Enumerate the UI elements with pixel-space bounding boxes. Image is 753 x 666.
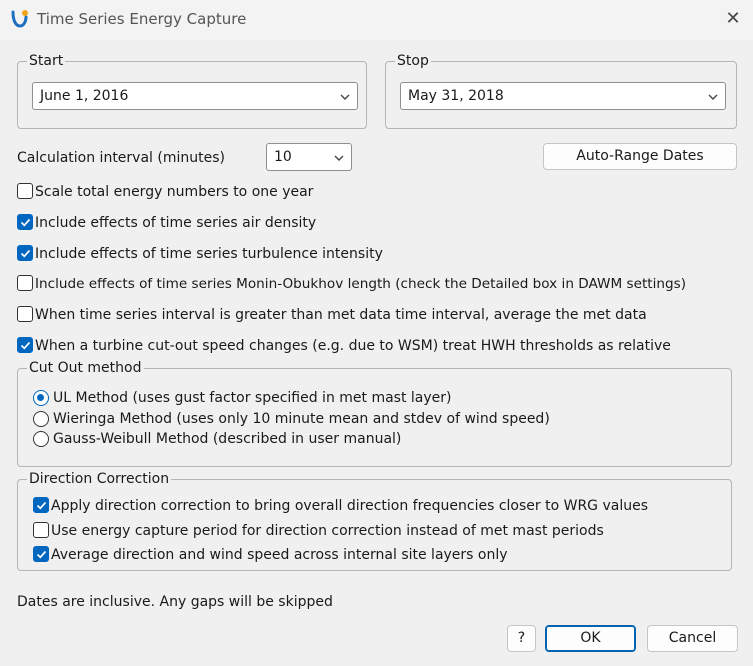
option-checkbox[interactable]	[17, 214, 33, 230]
radio-button[interactable]	[33, 411, 49, 427]
start-date-value: June 1, 2016	[40, 88, 129, 104]
option-checkbox[interactable]	[17, 275, 33, 291]
option-checkbox[interactable]	[33, 522, 49, 538]
option-label: When a turbine cut-out speed changes (e.…	[35, 338, 671, 354]
interval-label: Calculation interval (minutes)	[17, 150, 225, 166]
checkmark-icon	[36, 501, 47, 510]
option-label: Scale total energy numbers to one year	[35, 184, 314, 200]
direction-legend: Direction Correction	[27, 471, 172, 487]
option-label: Include effects of time series turbulenc…	[35, 246, 383, 262]
ok-button[interactable]: OK	[545, 625, 636, 652]
start-date-dropdown[interactable]: June 1, 2016	[32, 82, 358, 110]
chevron-down-icon	[708, 94, 718, 100]
help-button[interactable]: ?	[507, 625, 536, 652]
option-label: Average direction and wind speed across …	[51, 547, 508, 563]
radio-button[interactable]	[33, 431, 49, 447]
cutout-legend: Cut Out method	[27, 360, 144, 376]
option-label: Include effects of time series air densi…	[35, 215, 317, 231]
option-checkbox[interactable]	[33, 497, 49, 513]
checkmark-icon	[20, 249, 31, 258]
option-checkbox[interactable]	[17, 306, 33, 322]
option-checkbox[interactable]	[33, 546, 49, 562]
option-checkbox[interactable]	[17, 337, 33, 353]
option-checkbox[interactable]	[17, 245, 33, 261]
radio-label: Wieringa Method (uses only 10 minute mea…	[53, 411, 550, 427]
close-icon[interactable]: ✕	[722, 8, 744, 30]
cancel-button[interactable]: Cancel	[647, 625, 738, 652]
interval-dropdown[interactable]: 10	[266, 143, 352, 171]
option-label: Apply direction correction to bring over…	[51, 498, 649, 514]
checkmark-icon	[20, 341, 31, 350]
checkmark-icon	[36, 550, 47, 559]
footer-note: Dates are inclusive. Any gaps will be sk…	[17, 594, 333, 610]
chevron-down-icon	[334, 155, 344, 161]
app-logo-icon	[11, 10, 28, 28]
radio-label: Gauss-Weibull Method (described in user …	[53, 431, 402, 447]
auto-range-dates-button[interactable]: Auto-Range Dates	[543, 143, 737, 170]
option-checkbox[interactable]	[17, 183, 33, 199]
radio-button[interactable]	[33, 390, 49, 406]
title-bar: Time Series Energy Capture ✕	[0, 0, 753, 40]
stop-date-dropdown[interactable]: May 31, 2018	[400, 82, 726, 110]
stop-date-value: May 31, 2018	[408, 88, 504, 104]
chevron-down-icon	[340, 94, 350, 100]
checkmark-icon	[20, 218, 31, 227]
radio-label: UL Method (uses gust factor specified in…	[53, 390, 452, 406]
window-title: Time Series Energy Capture	[37, 10, 247, 28]
stop-legend: Stop	[395, 53, 431, 69]
option-label: When time series interval is greater tha…	[35, 307, 647, 323]
interval-value: 10	[274, 149, 292, 165]
option-label: Use energy capture period for direction …	[51, 523, 604, 539]
option-label: Include effects of time series Monin-Obu…	[35, 276, 687, 292]
start-legend: Start	[27, 53, 66, 69]
